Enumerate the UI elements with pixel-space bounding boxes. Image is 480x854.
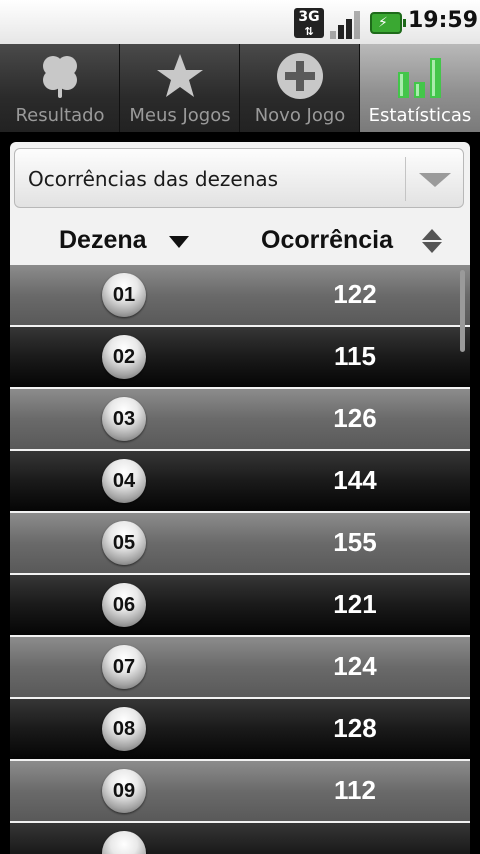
occurrence-count: 122 (333, 279, 377, 309)
spinner-selected-value: Ocorrências das dezenas (28, 167, 279, 191)
statistics-type-spinner[interactable]: Ocorrências das dezenas (14, 148, 464, 208)
number-ball: 06 (102, 583, 146, 627)
number-ball: 02 (102, 335, 146, 379)
tab-novo-jogo[interactable]: Novo Jogo (240, 44, 360, 132)
table-row[interactable]: 01 122 (10, 265, 470, 325)
network-label: 3G (298, 9, 320, 25)
number-ball: 05 (102, 521, 146, 565)
occurrence-count: 115 (334, 341, 376, 371)
occurrence-count: 126 (333, 403, 377, 433)
occurrence-count: 128 (333, 713, 377, 743)
table-row-partial[interactable] (10, 823, 470, 854)
column-header-dezena[interactable]: Dezena (59, 226, 147, 255)
number-ball: 01 (102, 273, 146, 317)
table-row[interactable]: 05 155 (10, 513, 470, 573)
data-arrows-icon: ⇅ (304, 25, 314, 38)
column-header-ocorrencia[interactable]: Ocorrência (261, 226, 393, 255)
number-ball: 03 (102, 397, 146, 441)
statistics-panel: Ocorrências das dezenas Dezena Ocorrênci… (10, 142, 470, 854)
tab-estatisticas[interactable]: Estatísticas (360, 44, 480, 132)
table-row[interactable]: 06 121 (10, 575, 470, 635)
number-ball: 08 (102, 707, 146, 751)
signal-icon (330, 9, 362, 39)
occurrence-count: 124 (333, 651, 377, 681)
number-ball: 04 (102, 459, 146, 503)
chevron-down-icon (419, 173, 451, 187)
tab-resultado-label: Resultado (15, 105, 105, 126)
list-scrollbar[interactable] (460, 270, 465, 352)
table-row[interactable]: 04 144 (10, 451, 470, 511)
occurrence-count: 155 (333, 527, 377, 557)
battery-charging-icon: ⚡ (370, 12, 406, 34)
sort-toggle-icon[interactable] (422, 229, 442, 253)
table-row[interactable]: 07 124 (10, 637, 470, 697)
occurrence-list: 01 122 02 115 03 126 04 144 05 155 06 12… (10, 265, 470, 854)
number-ball: 09 (102, 769, 146, 813)
number-ball-partial (102, 831, 146, 854)
tab-bar: Resultado Meus Jogos Novo Jogo Estatísti… (0, 44, 480, 132)
plus-circle-icon (277, 53, 323, 99)
status-bar: 3G ⇅ ⚡ 19:59 (0, 0, 480, 44)
occurrence-count: 121 (333, 589, 377, 619)
sort-descending-icon[interactable] (169, 236, 189, 248)
clover-icon (43, 56, 77, 98)
table-row[interactable]: 03 126 (10, 389, 470, 449)
tab-meus-jogos[interactable]: Meus Jogos (120, 44, 240, 132)
bar-chart-icon (398, 58, 441, 98)
table-row[interactable]: 08 128 (10, 699, 470, 759)
tab-resultado[interactable]: Resultado (0, 44, 120, 132)
table-header: Dezena Ocorrência (10, 212, 470, 262)
status-time: 19:59 (408, 8, 479, 33)
occurrence-count: 112 (334, 775, 376, 805)
star-icon (157, 54, 203, 97)
number-ball: 07 (102, 645, 146, 689)
occurrence-count: 144 (333, 465, 377, 495)
spinner-divider (405, 157, 406, 201)
table-row[interactable]: 02 115 (10, 327, 470, 387)
tab-estatisticas-label: Estatísticas (368, 105, 472, 126)
table-row[interactable]: 09 112 (10, 761, 470, 821)
tab-meus-jogos-label: Meus Jogos (129, 105, 231, 126)
network-3g-icon: 3G ⇅ (294, 8, 324, 38)
tab-novo-jogo-label: Novo Jogo (254, 105, 346, 126)
